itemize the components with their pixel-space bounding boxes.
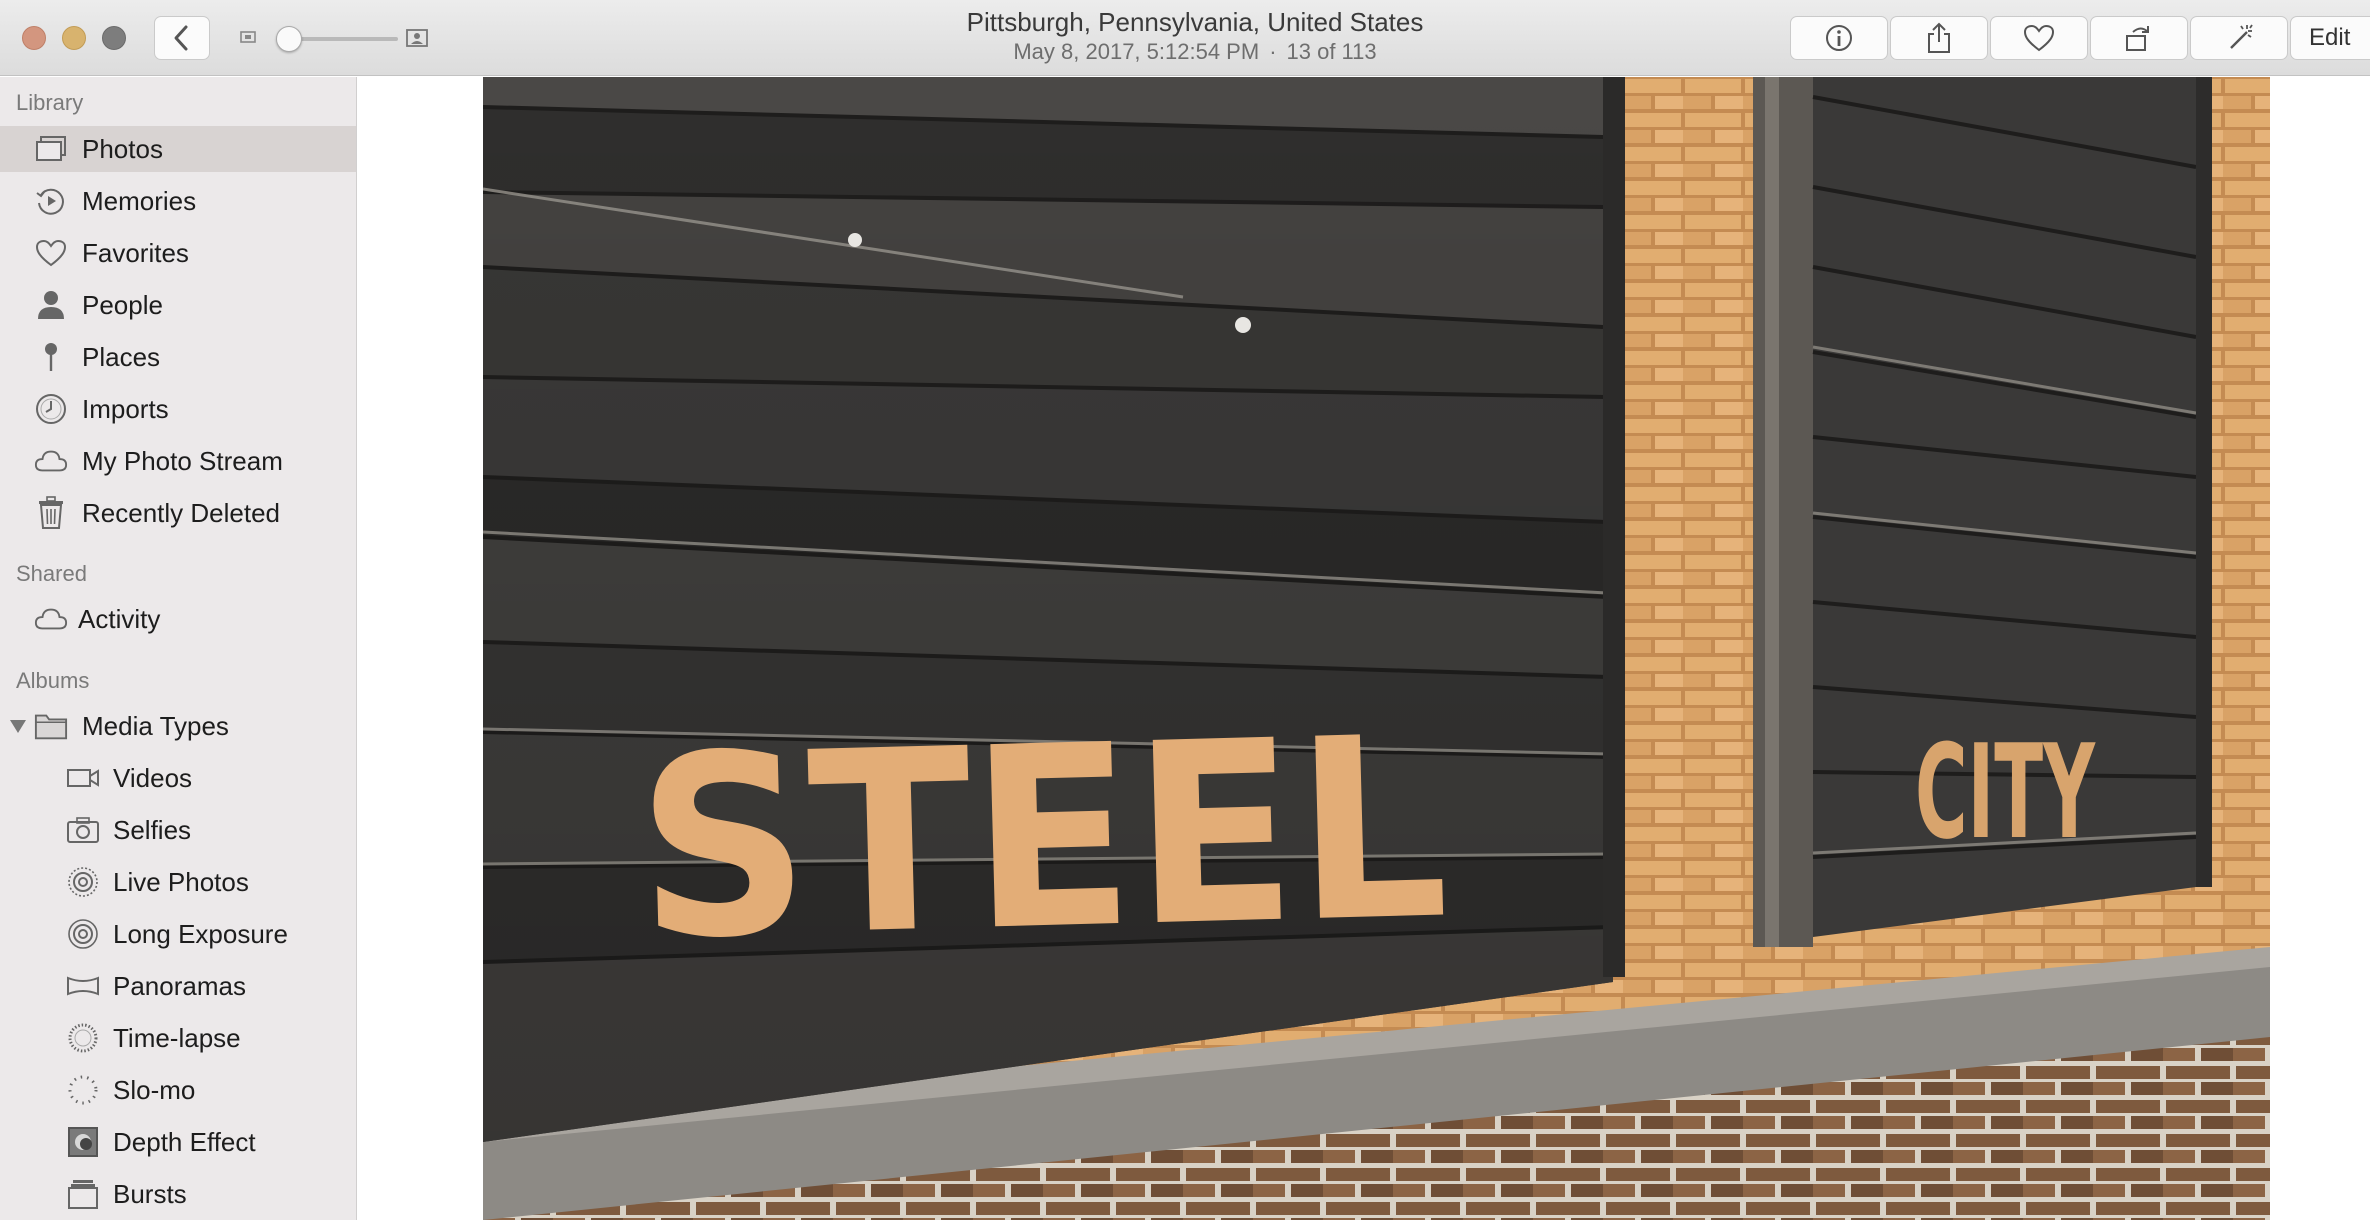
minimize-window-button[interactable] xyxy=(62,26,86,50)
memories-icon xyxy=(34,184,68,218)
long-exposure-icon xyxy=(66,917,100,951)
rotate-icon xyxy=(2126,26,2149,51)
video-icon xyxy=(66,761,100,795)
photo-position: 13 of 113 xyxy=(1286,39,1377,64)
sign-text-city: CITY xyxy=(1915,716,2096,868)
slomo-icon xyxy=(66,1073,100,1107)
albums-header: Albums xyxy=(16,668,90,693)
sidebar-item-label: People xyxy=(82,289,163,320)
photo-image[interactable]: STEEL CITY xyxy=(483,77,2270,1220)
share-button[interactable] xyxy=(1890,16,1988,60)
sign-text-steel: STEEL xyxy=(634,682,1451,994)
sidebar-item-recently-deleted[interactable]: Recently Deleted xyxy=(0,490,356,536)
sidebar-item-live-photos[interactable]: Live Photos xyxy=(0,859,356,905)
sidebar-item-label: Activity xyxy=(78,603,161,634)
sidebar-item-my-photo-stream[interactable]: My Photo Stream xyxy=(0,438,356,484)
sidebar-item-label: Recently Deleted xyxy=(82,497,280,528)
live-photo-icon xyxy=(66,865,100,899)
clock-icon xyxy=(34,392,68,426)
sidebar-item-label: Bursts xyxy=(113,1178,187,1209)
separator-dot: · xyxy=(1269,39,1277,64)
zoom-window-button[interactable] xyxy=(102,26,126,50)
back-button[interactable] xyxy=(154,16,210,60)
info-button[interactable] xyxy=(1790,16,1888,60)
rotate-button[interactable] xyxy=(2090,16,2188,60)
sidebar-item-label: Media Types xyxy=(82,710,229,741)
close-window-button[interactable] xyxy=(22,26,46,50)
heart-icon xyxy=(2023,24,2055,52)
cloud-icon xyxy=(34,602,68,636)
share-icon xyxy=(1928,22,1950,53)
sidebar-item-label: Photos xyxy=(82,133,163,164)
info-icon xyxy=(1826,25,1852,51)
sidebar-item-label: Selfies xyxy=(113,814,192,845)
panorama-icon xyxy=(66,969,100,1003)
sidebar-item-memories[interactable]: Memories xyxy=(0,178,356,224)
sidebar-item-photos[interactable]: Photos xyxy=(0,126,356,172)
trash-icon xyxy=(34,496,68,530)
sidebar-item-label: Depth Effect xyxy=(113,1126,256,1157)
sidebar-item-label: Memories xyxy=(82,185,197,216)
sidebar-item-places[interactable]: Places xyxy=(0,334,356,380)
library-header: Library xyxy=(16,90,84,115)
sidebar-item-imports[interactable]: Imports xyxy=(0,386,356,432)
magic-wand-icon xyxy=(2230,24,2253,49)
heart-icon xyxy=(34,236,68,270)
zoom-out-icon xyxy=(240,31,256,43)
folder-icon xyxy=(34,709,68,743)
cloud-icon xyxy=(34,444,68,478)
edit-button[interactable]: Edit xyxy=(2290,16,2370,60)
sidebar-item-activity[interactable]: Activity xyxy=(0,596,356,642)
sidebar: Library Photos Memories Favorites People xyxy=(0,77,357,1220)
title-bar: Pittsburgh, Pennsylvania, United States … xyxy=(0,0,2370,76)
zoom-thumb[interactable] xyxy=(276,26,302,52)
sidebar-item-label: Places xyxy=(82,341,161,372)
camera-icon xyxy=(66,813,100,847)
enhance-button[interactable] xyxy=(2190,16,2288,60)
window-title-block: Pittsburgh, Pennsylvania, United States … xyxy=(780,6,1610,66)
sidebar-item-label: My Photo Stream xyxy=(82,445,283,476)
favorite-button[interactable] xyxy=(1990,16,2088,60)
photos-icon xyxy=(34,132,68,166)
sidebar-item-depth-effect[interactable]: Depth Effect xyxy=(0,1119,356,1165)
sidebar-item-label: Imports xyxy=(82,393,169,424)
window-title: Pittsburgh, Pennsylvania, United States xyxy=(966,7,1424,37)
sidebar-item-label: Time-lapse xyxy=(113,1022,241,1053)
depth-effect-icon xyxy=(66,1125,100,1159)
sidebar-item-panoramas[interactable]: Panoramas xyxy=(0,963,356,1009)
photos-app-window: Pittsburgh, Pennsylvania, United States … xyxy=(0,0,2370,1220)
chevron-left-icon xyxy=(174,25,188,51)
zoom-slider[interactable] xyxy=(240,20,432,56)
sidebar-item-label: Favorites xyxy=(82,237,189,268)
sidebar-item-media-types[interactable]: Media Types xyxy=(0,703,356,749)
sidebar-item-label: Panoramas xyxy=(113,970,246,1001)
sidebar-item-time-lapse[interactable]: Time-lapse xyxy=(0,1015,356,1061)
disclosure-triangle-icon[interactable] xyxy=(8,716,28,736)
shared-header: Shared xyxy=(16,561,87,586)
person-icon xyxy=(34,288,68,322)
photo-viewer: STEEL CITY xyxy=(358,77,2370,1220)
sidebar-item-label: Videos xyxy=(113,762,193,793)
photo-steel-city: STEEL CITY xyxy=(483,77,2270,1220)
sidebar-item-label: Long Exposure xyxy=(113,918,288,949)
pin-icon xyxy=(34,340,68,374)
sidebar-item-bursts[interactable]: Bursts xyxy=(0,1171,356,1217)
sidebar-item-selfies[interactable]: Selfies xyxy=(0,807,356,853)
sidebar-item-slo-mo[interactable]: Slo-mo xyxy=(0,1067,356,1113)
bursts-icon xyxy=(66,1177,100,1211)
sidebar-item-long-exposure[interactable]: Long Exposure xyxy=(0,911,356,957)
zoom-in-icon xyxy=(406,29,428,47)
sidebar-item-label: Live Photos xyxy=(113,866,249,897)
sidebar-item-videos[interactable]: Videos xyxy=(0,755,356,801)
timelapse-icon xyxy=(66,1021,100,1055)
sidebar-item-favorites[interactable]: Favorites xyxy=(0,230,356,276)
photo-date: May 8, 2017, 5:12:54 PM xyxy=(1013,39,1260,64)
sidebar-item-people[interactable]: People xyxy=(0,282,356,328)
window-subtitle: May 8, 2017, 5:12:54 PM · 13 of 113 xyxy=(780,38,1610,66)
sidebar-item-label: Slo-mo xyxy=(113,1074,196,1105)
